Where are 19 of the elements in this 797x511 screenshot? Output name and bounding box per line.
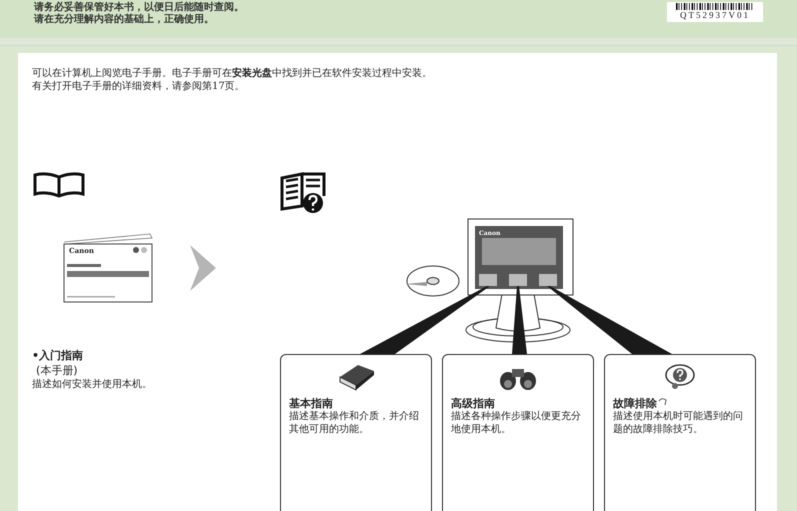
guide-description: 描述使用本机时可能遇到的问题的故障排除技巧。: [613, 410, 744, 436]
intro-text: 有关打开电子手册的详细资料，请参阅第17页。: [32, 80, 246, 93]
question-bubble-icon: [663, 363, 697, 391]
barcode-icon: [676, 3, 754, 10]
notice-text: 请务必妥善保管好本书，以便日后能随时查阅。: [34, 2, 244, 13]
guide-description: 描述如何安装并使用本机。: [32, 378, 153, 391]
product-code: QT52937V01: [680, 10, 750, 20]
guide-description: 描述基本操作和介质，并介绍其他可用的功能。: [289, 410, 420, 436]
intro-text: 可以在计算机上阅览电子手册。电子手册可在安装光盘中找到并已在软件安装过程中安装。: [32, 67, 433, 80]
guide-description: 描述各种操作步骤以便更充分地使用本机。: [451, 410, 582, 436]
guide-subtitle: (本手册): [35, 363, 79, 378]
guide-title: •入门指南: [32, 348, 84, 363]
notice-text: 请在充分理解内容的基础上，正确使用。: [34, 14, 215, 26]
guide-title: 高级指南: [451, 397, 495, 410]
open-book-icon: [32, 172, 86, 198]
manual-help-icon: [280, 172, 326, 214]
guide-title: 基本指南: [289, 397, 333, 410]
guide-title: 故障排除: [613, 397, 657, 410]
next-arrow-icon: [190, 245, 216, 291]
